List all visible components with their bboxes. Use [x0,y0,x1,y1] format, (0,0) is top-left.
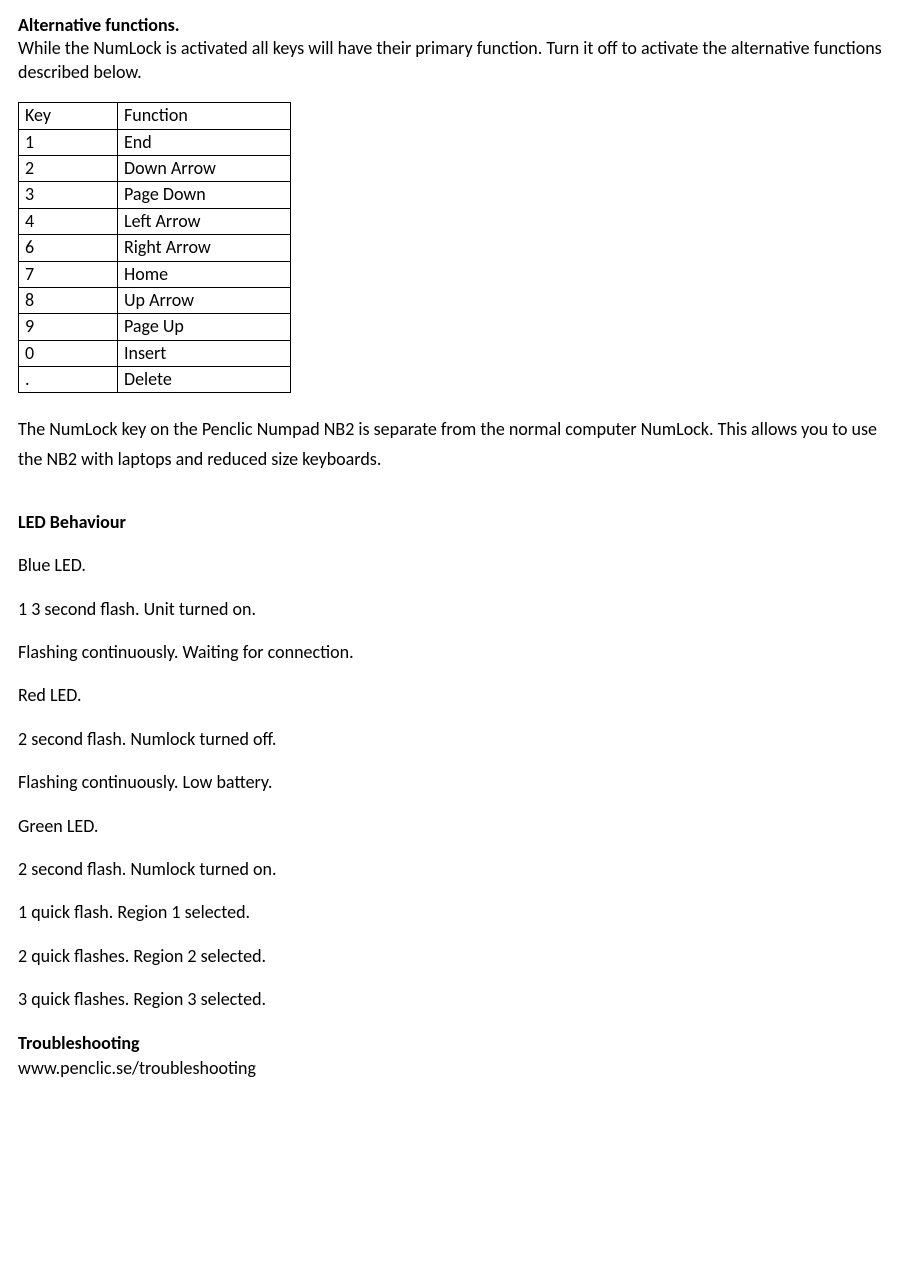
table-cell-key: . [19,367,118,393]
table-cell-function: Right Arrow [118,235,291,261]
table-cell-function: Page Up [118,314,291,340]
table-row: 6 Right Arrow [19,235,291,261]
led-line: Red LED. [18,684,898,707]
led-behaviour-heading: LED Behaviour [18,511,898,534]
led-line: Green LED. [18,815,898,838]
table-cell-function: End [118,129,291,155]
table-row: 2 Down Arrow [19,155,291,181]
key-function-table: Key Function 1 End 2 Down Arrow 3 Page D… [18,102,291,393]
troubleshooting-url: www.penclic.se/troubleshooting [18,1057,898,1080]
table-header-row: Key Function [19,103,291,129]
table-cell-function: Delete [118,367,291,393]
table-row: . Delete [19,367,291,393]
table-cell-key: 3 [19,182,118,208]
table-cell-function: Insert [118,340,291,366]
led-line: 3 quick flashes. Region 3 selected. [18,988,898,1011]
led-line: 2 second flash. Numlock turned off. [18,728,898,751]
table-header-function: Function [118,103,291,129]
table-cell-function: Page Down [118,182,291,208]
alt-functions-intro: While the NumLock is activated all keys … [18,37,898,84]
led-line: 1 quick flash. Region 1 selected. [18,901,898,924]
numlock-note: The NumLock key on the Penclic Numpad NB… [18,415,898,474]
table-cell-key: 0 [19,340,118,366]
table-cell-key: 1 [19,129,118,155]
table-cell-function: Left Arrow [118,208,291,234]
table-row: 7 Home [19,261,291,287]
led-line: 2 second flash. Numlock turned on. [18,858,898,881]
table-row: 1 End [19,129,291,155]
table-row: 0 Insert [19,340,291,366]
table-cell-function: Down Arrow [118,155,291,181]
table-cell-key: 4 [19,208,118,234]
table-cell-key: 8 [19,287,118,313]
table-cell-key: 6 [19,235,118,261]
led-line: Flashing continuously. Waiting for conne… [18,641,898,664]
table-row: 9 Page Up [19,314,291,340]
table-row: 3 Page Down [19,182,291,208]
table-header-key: Key [19,103,118,129]
led-line: Flashing continuously. Low battery. [18,771,898,794]
led-line: 2 quick flashes. Region 2 selected. [18,945,898,968]
table-row: 4 Left Arrow [19,208,291,234]
table-cell-key: 2 [19,155,118,181]
table-cell-key: 7 [19,261,118,287]
led-line: 1 3 second flash. Unit turned on. [18,598,898,621]
led-line: Blue LED. [18,554,898,577]
table-cell-function: Home [118,261,291,287]
table-cell-key: 9 [19,314,118,340]
alt-functions-heading: Alternative functions. [18,14,898,37]
table-cell-function: Up Arrow [118,287,291,313]
table-row: 8 Up Arrow [19,287,291,313]
troubleshooting-heading: Troubleshooting [18,1032,898,1055]
